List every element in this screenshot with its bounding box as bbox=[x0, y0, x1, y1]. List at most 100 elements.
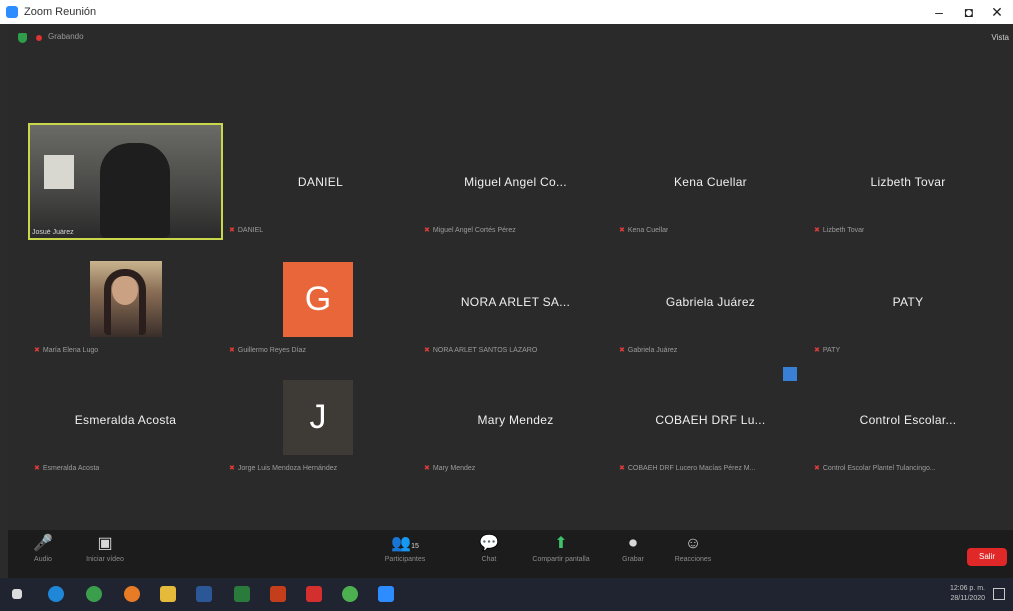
windows-taskbar: 12:06 p. m. 28/11/2020 bbox=[0, 578, 1013, 611]
participants-button[interactable]: 👥15 Participantes bbox=[370, 534, 440, 563]
participant-tile[interactable]: Miguel Angel Co... ✖ Miguel Angel Cortés … bbox=[418, 123, 613, 240]
participants-label: Participantes bbox=[384, 556, 426, 563]
zoom-taskbar-icon[interactable] bbox=[378, 586, 394, 602]
participant-video bbox=[28, 123, 223, 240]
browser-icon[interactable] bbox=[342, 586, 358, 602]
participant-label: ✖ Kena Cuellar bbox=[619, 227, 669, 234]
excel-icon[interactable] bbox=[234, 586, 250, 602]
participants-icon: 👥15 bbox=[391, 535, 419, 552]
video-camera-icon: ▣ bbox=[97, 535, 113, 552]
file-explorer-icon[interactable] bbox=[160, 586, 176, 602]
start-video-button[interactable]: ▣ Iniciar vídeo bbox=[70, 534, 140, 563]
audio-button[interactable]: 🎤 Audio bbox=[8, 534, 78, 563]
share-screen-button[interactable]: ⬆ Compartir pantalla bbox=[526, 534, 596, 563]
firefox-icon[interactable] bbox=[124, 586, 140, 602]
reactions-icon: ☺ bbox=[684, 535, 702, 552]
participant-tile[interactable]: NORA ARLET SA... ✖ NORA ARLET SANTOS LÁZA… bbox=[418, 243, 613, 360]
participant-name: NORA ARLET SA... bbox=[460, 295, 571, 309]
chrome-icon[interactable] bbox=[86, 586, 102, 602]
chat-label: Chat bbox=[481, 556, 497, 563]
muted-mic-icon: ✖ bbox=[814, 227, 820, 234]
participant-label: ✖ Esmeralda Acosta bbox=[34, 465, 100, 472]
participant-label: ✖ Guillermo Reyes Díaz bbox=[229, 347, 306, 354]
powerpoint-icon[interactable] bbox=[270, 586, 286, 602]
participant-tile[interactable]: Mary Mendez ✖ Mary Mendez bbox=[418, 361, 613, 478]
shield-icon[interactable] bbox=[18, 33, 27, 43]
clock-time: 12:06 p. m. bbox=[949, 585, 985, 592]
participant-name: Lizbeth Tovar bbox=[870, 175, 946, 189]
muted-mic-icon: ✖ bbox=[814, 347, 820, 354]
participant-label: ✖ PATY bbox=[814, 347, 841, 354]
participant-name: Kena Cuellar bbox=[674, 175, 747, 189]
muted-mic-icon: ✖ bbox=[619, 227, 625, 234]
pdf-reader-icon[interactable] bbox=[306, 586, 322, 602]
window-titlebar: Zoom Reunión bbox=[0, 0, 1013, 24]
view-button[interactable]: Vista bbox=[991, 33, 1009, 42]
chat-button[interactable]: 💬 Chat bbox=[454, 534, 524, 563]
participant-name: DANIEL bbox=[297, 175, 344, 189]
participant-label: ✖ Jorge Luis Mendoza Hernández bbox=[229, 465, 338, 472]
avatar: G bbox=[283, 262, 353, 337]
participant-tile[interactable]: ✖ María Elena Lugo bbox=[28, 243, 223, 360]
windows-start-icon[interactable] bbox=[12, 589, 22, 599]
participant-name: Miguel Angel Co... bbox=[464, 175, 567, 189]
recording-label: Grabando bbox=[48, 32, 84, 41]
avatar: J bbox=[283, 380, 353, 455]
participant-label: ✖ Lizbeth Tovar bbox=[814, 227, 865, 234]
participant-label: ✖ Gabriela Juárez bbox=[619, 347, 678, 354]
participant-name: Esmeralda Acosta bbox=[74, 413, 177, 427]
meeting-topbar: Grabando Vista bbox=[8, 24, 1013, 52]
audio-label: Audio bbox=[34, 556, 52, 563]
participant-name: Gabriela Juárez bbox=[665, 295, 756, 309]
muted-mic-icon: ✖ bbox=[619, 347, 625, 354]
muted-mic-icon: ✖ bbox=[34, 465, 40, 472]
system-clock[interactable]: 12:06 p. m. 28/11/2020 bbox=[950, 584, 985, 604]
reactions-label: Reacciones bbox=[674, 556, 712, 563]
participant-label: ✖ Control Escolar Plantel Tulancingo... bbox=[814, 465, 936, 472]
participant-tile[interactable]: J ✖ Jorge Luis Mendoza Hernández bbox=[223, 361, 418, 478]
muted-mic-icon: ✖ bbox=[34, 347, 40, 354]
word-icon[interactable] bbox=[196, 586, 212, 602]
muted-mic-icon: ✖ bbox=[229, 465, 235, 472]
notification-icon[interactable] bbox=[993, 588, 1005, 600]
reactions-button[interactable]: ☺ Reacciones bbox=[658, 534, 728, 563]
participant-tile[interactable]: Control Escolar... ✖ Control Escolar Plan… bbox=[808, 361, 1008, 478]
participant-tile[interactable]: Josué Juárez bbox=[28, 123, 223, 240]
muted-mic-icon: ✖ bbox=[229, 227, 235, 234]
participant-tile[interactable]: PATY ✖ PATY bbox=[808, 243, 1008, 360]
participant-name: COBAEH DRF Lu... bbox=[655, 413, 766, 427]
participant-tile[interactable]: Kena Cuellar ✖ Kena Cuellar bbox=[613, 123, 808, 240]
share-label: Compartir pantalla bbox=[532, 556, 590, 563]
maximize-button[interactable]: ◘ bbox=[955, 0, 983, 24]
participant-label: ✖ COBAEH DRF Lucero Macías Pérez M... bbox=[619, 465, 756, 472]
participants-count: 15 bbox=[411, 543, 419, 550]
person-hair bbox=[104, 269, 146, 335]
edge-icon[interactable] bbox=[48, 586, 64, 602]
meeting-area: Grabando Vista Josué Juárez DANIEL ✖ DANI… bbox=[8, 24, 1013, 571]
participant-tile[interactable]: DANIEL ✖ DANIEL bbox=[223, 123, 418, 240]
participant-tile[interactable]: Esmeralda Acosta ✖ Esmeralda Acosta bbox=[28, 361, 223, 478]
person-silhouette bbox=[100, 143, 170, 238]
participant-label: ✖ Mary Mendez bbox=[424, 465, 476, 472]
muted-mic-icon: ✖ bbox=[814, 465, 820, 472]
leave-meeting-button[interactable]: Salir bbox=[967, 548, 1007, 566]
participant-tile[interactable]: G ✖ Guillermo Reyes Díaz bbox=[223, 243, 418, 360]
participant-tile[interactable]: Lizbeth Tovar ✖ Lizbeth Tovar bbox=[808, 123, 1008, 240]
muted-mic-icon: ✖ bbox=[229, 347, 235, 354]
minimize-button[interactable]: – bbox=[925, 0, 953, 24]
participant-tile[interactable]: COBAEH DRF Lu... ✖ COBAEH DRF Lucero Mací… bbox=[613, 361, 808, 478]
wall-shelf bbox=[44, 155, 74, 189]
participant-tile[interactable]: Gabriela Juárez ✖ Gabriela Juárez bbox=[613, 243, 808, 360]
participant-name: Mary Mendez bbox=[477, 413, 554, 427]
muted-mic-icon: ✖ bbox=[424, 465, 430, 472]
video-label: Iniciar vídeo bbox=[86, 556, 124, 563]
participant-name: PATY bbox=[892, 295, 924, 309]
participant-label: ✖ Miguel Angel Cortés Pérez bbox=[424, 227, 516, 234]
clock-date: 28/11/2020 bbox=[950, 595, 985, 602]
participant-label: Josué Juárez bbox=[32, 229, 74, 236]
close-button[interactable]: ✕ bbox=[983, 0, 1011, 24]
participant-label: ✖ NORA ARLET SANTOS LÁZARO bbox=[424, 347, 538, 354]
meeting-toolbar: 🎤 Audio ▣ Iniciar vídeo 👥15 Participante… bbox=[8, 530, 1013, 578]
muted-mic-icon: ✖ bbox=[619, 465, 625, 472]
participant-name: Control Escolar... bbox=[859, 413, 957, 427]
